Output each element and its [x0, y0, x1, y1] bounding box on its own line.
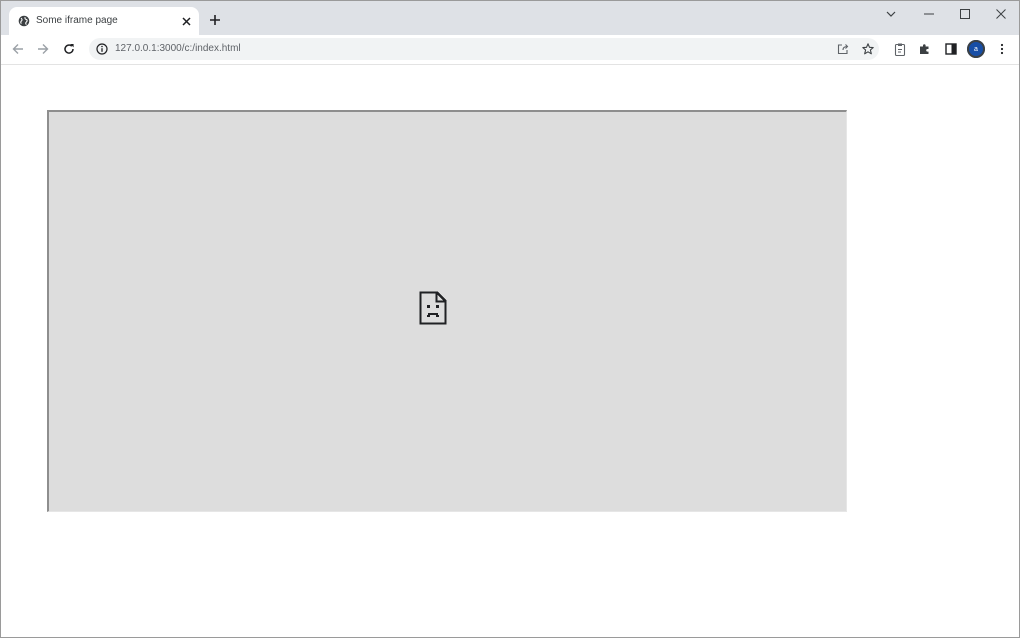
tab-strip: Some iframe page [1, 1, 1019, 35]
browser-window: Some iframe page 127.0.0.1:3000/c:/index… [0, 0, 1020, 638]
profile-initial: a [974, 45, 978, 53]
tab-active[interactable]: Some iframe page [9, 7, 199, 35]
minimize-button[interactable] [911, 1, 947, 27]
tab-title: Some iframe page [36, 15, 118, 26]
share-icon [837, 44, 849, 55]
kebab-menu-icon [1000, 43, 1004, 55]
minimize-icon [924, 13, 934, 15]
extension-clipboard-button[interactable] [891, 40, 909, 58]
close-icon [181, 16, 191, 26]
sad-document-icon [419, 291, 447, 325]
back-button[interactable] [9, 40, 27, 58]
maximize-icon [960, 9, 970, 19]
clipboard-icon [894, 43, 906, 56]
star-icon [862, 43, 874, 55]
maximize-button[interactable] [947, 1, 983, 27]
tab-close-button[interactable] [179, 14, 193, 28]
puzzle-icon [920, 44, 929, 54]
extensions-button[interactable] [916, 40, 934, 58]
toolbar: 127.0.0.1:3000/c:/index.html a [1, 35, 1019, 65]
info-icon[interactable] [96, 43, 108, 55]
chevron-down-icon [886, 11, 896, 17]
chrome-menu-button[interactable] [993, 40, 1011, 58]
reload-icon [64, 44, 74, 54]
search-tabs-button[interactable] [873, 1, 909, 27]
bookmark-button[interactable] [860, 41, 876, 57]
side-panel-icon [945, 43, 957, 55]
profile-avatar[interactable]: a [967, 40, 985, 58]
close-icon [996, 9, 1006, 19]
address-bar[interactable]: 127.0.0.1:3000/c:/index.html [89, 38, 879, 60]
url-text[interactable]: 127.0.0.1:3000/c:/index.html [115, 43, 241, 55]
reload-button[interactable] [60, 40, 78, 58]
side-panel-button[interactable] [942, 40, 960, 58]
share-button[interactable] [835, 41, 851, 57]
arrow-left-icon [12, 44, 23, 54]
window-close-button[interactable] [983, 1, 1019, 27]
plus-icon [210, 15, 220, 25]
arrow-right-icon [38, 44, 49, 54]
new-tab-button[interactable] [207, 12, 223, 28]
iframe-frame[interactable] [47, 110, 847, 512]
forward-button[interactable] [34, 40, 52, 58]
globe-icon [18, 15, 30, 27]
page-viewport [1, 65, 1019, 637]
